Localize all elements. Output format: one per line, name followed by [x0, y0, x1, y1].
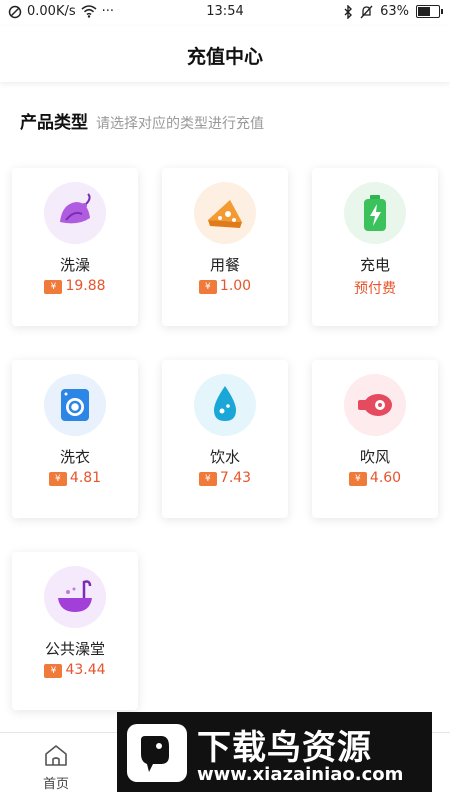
watermark-banner: 下载鸟资源 www.xiazainiao.com [117, 712, 432, 792]
product-card-hairdryer[interactable]: 吹风 ¥4.60 [312, 360, 438, 518]
product-card-meal[interactable]: 用餐 ¥1.00 [162, 168, 288, 326]
section-header: 产品类型 请选择对应的类型进行充值 [20, 108, 264, 133]
shower-icon [44, 182, 106, 244]
product-price: ¥19.88 [12, 278, 138, 294]
section-title: 产品类型 [20, 113, 88, 133]
page-title: 充值中心 [186, 46, 263, 68]
section-subtitle: 请选择对应的类型进行充值 [96, 116, 264, 132]
product-price: ¥4.81 [12, 470, 138, 486]
product-price: ¥4.60 [312, 470, 438, 486]
product-price: ¥43.44 [12, 662, 138, 678]
app-header: 充值中心 [0, 26, 450, 82]
tab-home-label: 首页 [42, 777, 69, 792]
product-card-water[interactable]: 饮水 ¥7.43 [162, 360, 288, 518]
watermark-title: 下载鸟资源 [197, 728, 372, 768]
product-name: 用餐 [209, 256, 240, 274]
battery-percent: 63% [380, 4, 409, 19]
bluetooth-icon [344, 4, 353, 19]
product-name: 充电 [359, 256, 390, 274]
product-price: 预付费 [354, 281, 396, 297]
yen-badge: ¥ [44, 664, 63, 678]
yen-badge: ¥ [44, 280, 63, 294]
water-drop-icon [194, 374, 256, 436]
product-card-charge[interactable]: 充电 预付费 [312, 168, 438, 326]
product-name: 吹风 [359, 448, 390, 466]
yen-badge: ¥ [348, 472, 367, 486]
bird-logo-icon [127, 724, 187, 782]
home-icon [45, 745, 67, 766]
product-name: 饮水 [209, 448, 240, 466]
yen-badge: ¥ [198, 472, 217, 486]
product-name: 公共澡堂 [44, 640, 105, 658]
status-bar: 0.00K/s ··· 13:54 63% [0, 0, 450, 26]
watermark-url: www.xiazainiao.com [197, 764, 404, 785]
hair-dryer-icon [344, 374, 406, 436]
bathtub-icon [44, 566, 106, 628]
product-name: 洗澡 [59, 256, 90, 274]
product-name: 洗衣 [59, 448, 90, 466]
tab-home[interactable]: 首页 [28, 743, 84, 792]
product-price: ¥7.43 [162, 470, 288, 486]
mute-bell-icon [360, 5, 373, 18]
product-card-laundry[interactable]: 洗衣 ¥4.81 [12, 360, 138, 518]
yen-badge: ¥ [48, 472, 67, 486]
battery-icon [416, 5, 443, 18]
meal-icon [194, 182, 256, 244]
washing-machine-icon [44, 374, 106, 436]
yen-badge: ¥ [198, 280, 217, 294]
product-card-public-bath[interactable]: 公共澡堂 ¥43.44 [12, 552, 138, 710]
product-price: ¥1.00 [162, 278, 288, 294]
product-card-shower[interactable]: 洗澡 ¥19.88 [12, 168, 138, 326]
charge-battery-icon [344, 182, 406, 244]
